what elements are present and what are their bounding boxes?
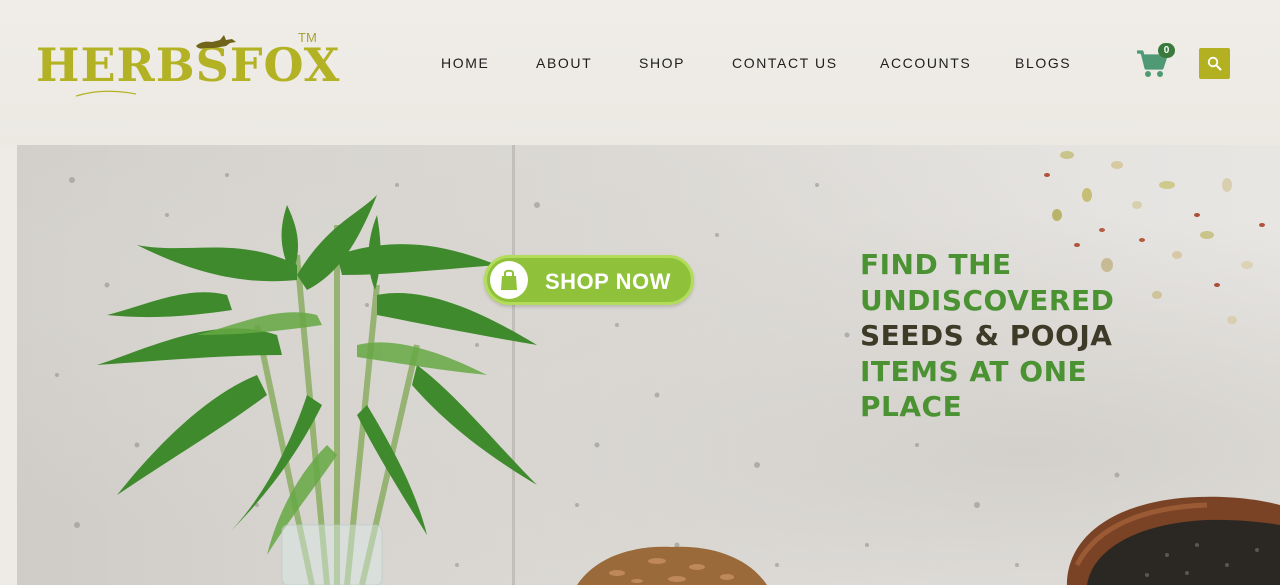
main-nav: HOME ABOUT SHOP CONTACT US ACCOUNTS BLOG…: [0, 55, 1280, 75]
tagline-line-1: FIND THE: [860, 248, 1012, 281]
shopping-bag-icon: [501, 269, 517, 290]
nav-blogs[interactable]: BLOGS: [1015, 55, 1071, 71]
nav-home[interactable]: HOME: [441, 55, 489, 71]
shop-now-label: SHOP NOW: [545, 269, 671, 294]
shop-now-icon-circle: [490, 261, 528, 299]
hero-tagline: FIND THE UNDISCOVERED SEEDS & POOJA ITEM…: [860, 247, 1280, 425]
site-header: HERBSFOX TM HOME ABOUT SHOP CONTACT US A…: [0, 0, 1280, 145]
search-icon: [1207, 56, 1222, 71]
nav-contact-us[interactable]: CONTACT US: [732, 55, 838, 71]
bamboo-plant-image: [97, 195, 537, 585]
nav-accounts[interactable]: ACCOUNTS: [880, 55, 971, 71]
tagline-line-4: ITEMS AT ONE: [860, 354, 1088, 388]
hero-banner: SHOP NOW FIND THE UNDISCOVERED SEEDS & P…: [17, 145, 1280, 585]
tagline-line-5: PLACE: [860, 390, 963, 423]
search-button[interactable]: [1199, 48, 1230, 79]
tagline-line-2: UNDISCOVERED: [860, 283, 1115, 317]
fox-icon: [196, 35, 236, 49]
trademark-mark: TM: [298, 30, 317, 45]
clay-pot-image: [1067, 496, 1280, 585]
dried-herbs-image: [577, 546, 767, 585]
leaf-flourish-icon: [76, 90, 137, 97]
shop-now-button[interactable]: SHOP NOW: [484, 255, 694, 305]
tagline-line-3: SEEDS & POOJA: [860, 319, 1113, 352]
cart-count-badge: 0: [1158, 43, 1175, 58]
nav-about[interactable]: ABOUT: [536, 55, 592, 71]
nav-shop[interactable]: SHOP: [639, 55, 685, 71]
